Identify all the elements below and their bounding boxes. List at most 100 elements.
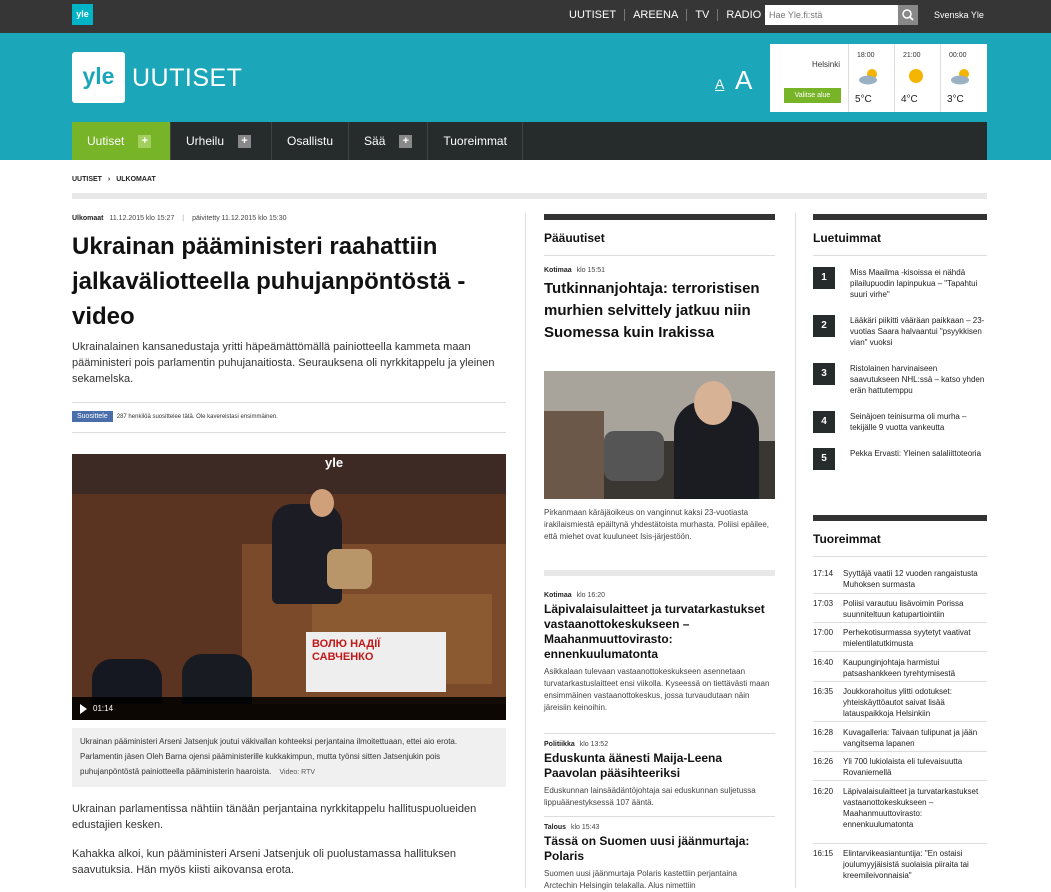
nav-label: Urheilu (186, 134, 225, 148)
yle-logo[interactable]: yle (72, 52, 125, 103)
facebook-recommend-button[interactable]: Suosittele (72, 411, 113, 422)
news-item[interactable]: Kotimaa klo 16:20 Läpivalaisulaitteet ja… (544, 592, 772, 714)
most-read-item[interactable]: Lääkäri piikitti vääräan paikkaan – 23-v… (850, 315, 987, 348)
latest-text[interactable]: Syyttäjä vaatii 12 vuoden rangaistusta M… (843, 568, 987, 590)
search-button[interactable] (898, 5, 918, 25)
latest-text[interactable]: Perhekotisurmassa syytetyt vaativat miel… (843, 627, 987, 649)
news-category: Kotimaa (544, 267, 572, 274)
divider (813, 622, 987, 623)
most-read-item[interactable]: Miss Maailma -kisoissa ei nähdä pilailup… (850, 267, 987, 300)
top-link-tv[interactable]: TV (687, 9, 719, 21)
search-input[interactable] (765, 5, 898, 25)
video-player[interactable]: ВОЛЮ НАДІЇ САВЧЕНКО (72, 454, 506, 720)
news-headline[interactable]: Eduskunta äänesti Maija-Leena Paavolan p… (544, 751, 772, 781)
most-read-item[interactable]: Seinäjoen teinisurma oli murha – tekijäl… (850, 411, 987, 433)
most-read-item[interactable]: Pekka Ervasti: Yleinen salaliittoteoria (850, 448, 987, 459)
top-link-uutiset[interactable]: UUTISET (569, 9, 626, 21)
latest-time: 16:20 (813, 787, 834, 796)
article-title: Ukrainan pääministeri raahattiin jalkavä… (72, 233, 466, 330)
video-duration: 01:14 (93, 704, 114, 713)
paauutiset-title: Pääuutiset (544, 231, 605, 245)
expand-plus-icon[interactable]: + (399, 134, 413, 148)
news-headline[interactable]: Läpivalaisulaitteet ja turvatarkastukset… (544, 602, 772, 662)
svenska-yle-link[interactable]: Svenska Yle (934, 10, 984, 20)
column-divider (795, 213, 796, 888)
weather-temp: 5°C (855, 94, 872, 105)
news-time: klo 16:20 (576, 592, 605, 599)
paauutiset-header: Pääuutiset (544, 214, 775, 256)
sun-icon (909, 69, 923, 83)
latest-time: 16:35 (813, 687, 834, 696)
video-frame-flowers (327, 549, 372, 589)
weather-city: Helsinki (811, 60, 840, 69)
breadcrumb-ulkomaat[interactable]: ULKOMAAT (116, 176, 156, 183)
video-frame-head (310, 489, 334, 517)
rank-number: 2 (813, 315, 835, 337)
nav-item-saa[interactable]: Sää + (349, 122, 429, 160)
news-time: klo 15:43 (571, 824, 600, 831)
luetuimmat-title: Luetuimmat (813, 231, 882, 245)
weather-temp: 4°C (901, 94, 918, 105)
latest-text[interactable]: Elintarvikeasiantuntija: "En ostaisi jou… (843, 848, 987, 881)
latest-text[interactable]: Yli 700 lukiolaista eli tulevaisuutta Ro… (843, 756, 987, 778)
latest-text[interactable]: Poliisi varautuu lisävoimin Porissa suun… (843, 598, 987, 620)
nav-item-uutiset[interactable]: Uutiset + (72, 122, 171, 160)
uutiset-section-logo[interactable]: UUTISET (132, 64, 242, 93)
top-links: UUTISET AREENA TV RADIO (569, 9, 769, 21)
rank-number: 5 (813, 448, 835, 470)
nav-item-tuoreimmat[interactable]: Tuoreimmat (428, 122, 523, 160)
partly-cloudy-icon (951, 69, 969, 85)
latest-text[interactable]: Läpivalaisulaitteet ja turvatarkastukset… (843, 786, 987, 830)
breadcrumb: UUTISET › ULKOMAAT (72, 176, 156, 183)
rank-number: 4 (813, 411, 835, 433)
article-lead: Ukrainalainen kansanedustaja yritti häpe… (72, 341, 495, 385)
news-category: Kotimaa (544, 592, 572, 599)
latest-text[interactable]: Kuvagalleria: Taivaan tulipunat ja jään … (843, 727, 987, 749)
nav-item-osallistu[interactable]: Osallistu (272, 122, 350, 160)
latest-item[interactable]: 16:35 Joukkorahoitus ylitti odotukset: yh… (813, 686, 987, 719)
divider (72, 193, 987, 199)
facebook-recommend: Suosittele 287 henkilöä suosittelee tätä… (72, 411, 278, 422)
news-item[interactable]: Talous klo 15:43 Tässä on Suomen uusi jä… (544, 824, 772, 892)
nav-label: Osallistu (287, 134, 334, 148)
yle-small-logo[interactable]: yle (72, 4, 93, 25)
latest-text[interactable]: Kaupunginjohtaja harmistui patsashankkee… (843, 657, 987, 679)
news-image[interactable] (544, 371, 775, 499)
latest-time: 17:03 (813, 599, 834, 608)
expand-plus-icon[interactable]: + (238, 134, 252, 148)
breadcrumb-uutiset[interactable]: UUTISET (72, 176, 102, 183)
video-caption-text: Ukrainan pääministeri Arseni Jatsenjuk j… (80, 737, 458, 776)
latest-item[interactable]: 16:28 Kuvagalleria: Taivaan tulipunat ja … (813, 727, 987, 749)
top-link-radio[interactable]: RADIO (718, 9, 769, 21)
search-icon (902, 9, 914, 21)
rank-number: 3 (813, 363, 835, 385)
font-size-small-button[interactable]: A (715, 76, 724, 92)
nav-item-urheilu[interactable]: Urheilu + (171, 122, 272, 160)
main-news-item[interactable]: Kotimaa klo 15:51 Tutkinnanjohtaja: terr… (544, 267, 775, 344)
play-icon[interactable] (80, 703, 87, 714)
news-headline[interactable]: Tässä on Suomen uusi jäänmurtaja: Polari… (544, 834, 772, 864)
news-item[interactable]: Politiikka klo 13:52 Eduskunta äänesti M… (544, 741, 772, 809)
divider (544, 733, 775, 734)
font-size-large-button[interactable]: A (735, 65, 752, 96)
latest-item[interactable]: 17:14 Syyttäjä vaatii 12 vuoden rangaistu… (813, 568, 987, 590)
latest-item[interactable]: 17:00 Perhekotisurmassa syytetyt vaativat… (813, 627, 987, 649)
news-time: klo 15:51 (576, 267, 605, 274)
latest-item[interactable]: 16:20 Läpivalaisulaitteet ja turvatarkast… (813, 786, 987, 830)
latest-item[interactable]: 16:15 Elintarvikeasiantuntija: "En ostais… (813, 848, 987, 881)
latest-text[interactable]: Joukkorahoitus ylitti odotukset: yhteisk… (843, 686, 987, 719)
latest-item[interactable]: 16:26 Yli 700 lukiolaista eli tulevaisuut… (813, 756, 987, 778)
weather-time: 00:00 (949, 52, 967, 59)
latest-item[interactable]: 17:03 Poliisi varautuu lisävoimin Porissa… (813, 598, 987, 620)
latest-item[interactable]: 16:40 Kaupunginjohtaja harmistui patsasha… (813, 657, 987, 679)
news-headline[interactable]: Tutkinnanjohtaja: terroristisen murhien … (544, 278, 775, 344)
divider (813, 593, 987, 594)
article-category[interactable]: Ulkomaat (72, 215, 104, 222)
weather-time: 18:00 (857, 52, 875, 59)
news-summary: Asikkalaan tulevaan vastaanottokeskuksee… (544, 667, 770, 712)
top-link-areena[interactable]: AREENA (625, 9, 688, 21)
select-region-button[interactable]: Valitse alue (784, 88, 841, 103)
most-read-item[interactable]: Ristolainen harvinaiseen saavutukseen NH… (850, 363, 987, 396)
expand-plus-icon[interactable]: + (138, 134, 152, 148)
news-time: klo 13:52 (579, 741, 609, 748)
